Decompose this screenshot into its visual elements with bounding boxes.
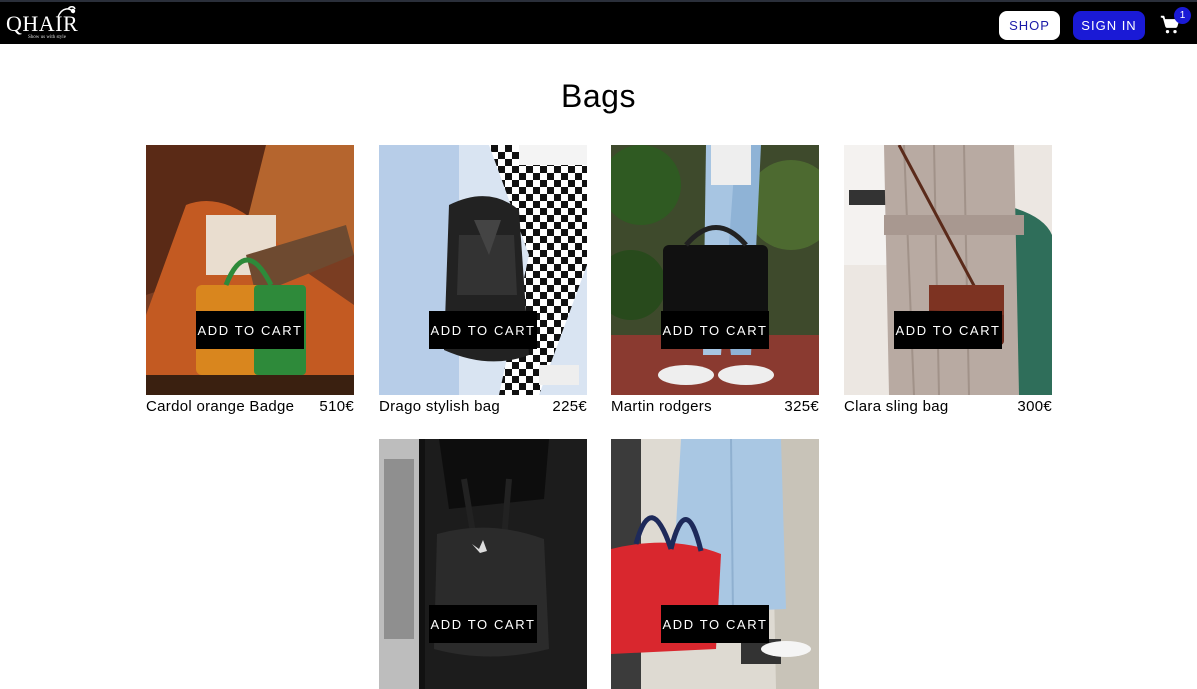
add-to-cart-button[interactable]: ADD TO CART (196, 311, 304, 349)
add-to-cart-button[interactable]: ADD TO CART (429, 311, 537, 349)
add-to-cart-button[interactable]: ADD TO CART (661, 605, 769, 643)
product-price: 225€ (552, 397, 587, 415)
product-name[interactable]: Clara sling bag (844, 398, 949, 415)
logo-tagline: Show us with style (28, 35, 66, 40)
product-info: Drago stylish bag 225€ (379, 396, 587, 416)
product-image[interactable]: ADD TO CART (844, 145, 1052, 395)
add-to-cart-button[interactable]: ADD TO CART (429, 605, 537, 643)
product-card: ADD TO CART Cardol orange Badge 510€ (146, 145, 354, 416)
product-card: ADD TO CART (379, 439, 587, 689)
product-info: Cardol orange Badge 510€ (146, 396, 354, 416)
product-price: 510€ (319, 397, 354, 415)
product-info: Clara sling bag 300€ (844, 396, 1052, 416)
product-image[interactable]: ADD TO CART (146, 145, 354, 395)
add-to-cart-button[interactable]: ADD TO CART (894, 311, 1002, 349)
product-card: ADD TO CART (611, 439, 819, 689)
product-price: 300€ (1017, 397, 1052, 415)
sign-in-button[interactable]: SIGN IN (1073, 11, 1145, 40)
product-name[interactable]: Martin rodgers (611, 398, 712, 415)
product-name[interactable]: Drago stylish bag (379, 398, 500, 415)
product-info: Martin rodgers 325€ (611, 396, 819, 416)
product-card: ADD TO CART Martin rodgers 325€ (611, 145, 819, 416)
product-card: ADD TO CART Clara sling bag 300€ (844, 145, 1052, 416)
cart-button[interactable]: 1 (1158, 7, 1192, 40)
product-image[interactable]: ADD TO CART (379, 145, 587, 395)
logo-swirl-icon (57, 6, 76, 18)
product-image[interactable]: ADD TO CART (611, 439, 819, 689)
shop-button[interactable]: SHOP (999, 11, 1060, 40)
brand-logo[interactable]: QHAIR Show us with style (4, 5, 78, 43)
product-price: 325€ (784, 397, 819, 415)
product-name[interactable]: Cardol orange Badge (146, 398, 294, 415)
product-card: ADD TO CART Drago stylish bag 225€ (379, 145, 587, 416)
cart-count-badge: 1 (1174, 7, 1191, 24)
navbar: QHAIR Show us with style SHOP SIGN IN 1 (0, 0, 1197, 44)
product-image[interactable]: ADD TO CART (379, 439, 587, 689)
product-image[interactable]: ADD TO CART (611, 145, 819, 395)
page-title: Bags (561, 78, 636, 114)
add-to-cart-button[interactable]: ADD TO CART (661, 311, 769, 349)
